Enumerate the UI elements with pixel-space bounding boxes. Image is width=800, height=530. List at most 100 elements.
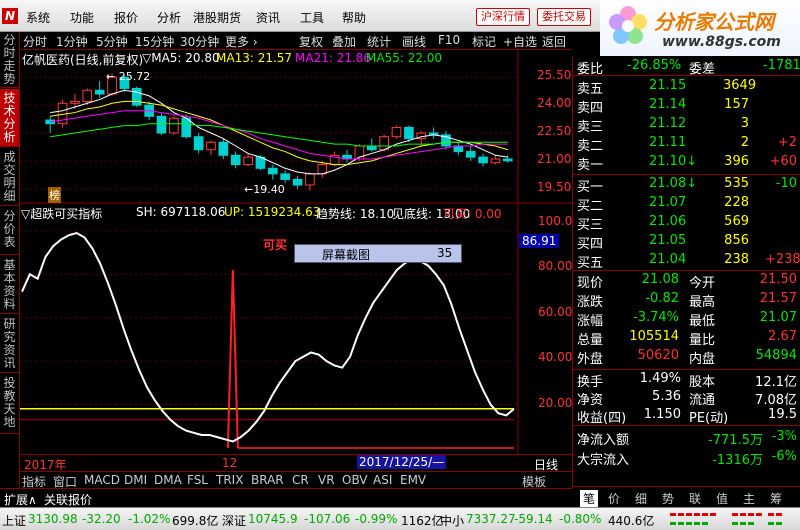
bid-level-label: 买一 (577, 180, 604, 195)
tab-asi[interactable]: ASI (373, 473, 392, 487)
menu-item-analysis[interactable]: 分析 (157, 9, 181, 26)
period-timeshare[interactable]: 分时 (23, 33, 47, 50)
menu-item-help[interactable]: 帮助 (342, 9, 366, 26)
tooltip-label: 屏幕截图 (322, 248, 371, 262)
stat-value: 21.57 (759, 291, 797, 306)
statistics-button[interactable]: 统计 (367, 33, 391, 50)
candle-body (379, 136, 389, 151)
weicha-value: -1781 (763, 58, 800, 73)
restore-rights-button[interactable]: 复权 (299, 33, 323, 50)
left-tabs: 分时走势 技术分析 成交明细 分价表 基本资料 研究资讯 投教天地 (0, 32, 20, 498)
period-1min[interactable]: 1分钟 (56, 33, 88, 50)
candle-body (206, 141, 216, 151)
bid-level-label: 买四 (577, 237, 604, 252)
related-quote-button[interactable]: 关联报价 (44, 491, 92, 508)
tab-link[interactable]: 联 (689, 490, 701, 507)
candle-body (230, 154, 241, 166)
expand-button[interactable]: 扩展∧ (4, 491, 37, 508)
candle-body (305, 173, 315, 186)
f10-button[interactable]: F10 (438, 33, 460, 47)
period-30min[interactable]: 30分钟 (180, 33, 219, 50)
rank-badge[interactable]: 榜 (48, 187, 61, 203)
tab-vr[interactable]: VR (318, 473, 335, 487)
period-5min[interactable]: 5分钟 (96, 33, 128, 50)
tab-trades[interactable]: 成交明细 (0, 148, 19, 206)
tab-timeshare[interactable]: 分时走势 (0, 32, 19, 88)
tab-trend[interactable]: 势 (662, 490, 674, 507)
tab-price-table[interactable]: 分价表 (0, 207, 19, 255)
bid-price: 21.08↓ (649, 176, 698, 191)
indicator-name[interactable]: ▽超跌可买指标 (21, 205, 102, 222)
tab-cr[interactable]: CR (292, 473, 309, 487)
bid-change: +238 (765, 252, 800, 267)
candle-body (70, 100, 80, 104)
overlay-button[interactable]: 叠加 (332, 33, 356, 50)
tab-fsl[interactable]: FSL (187, 473, 208, 487)
back-button[interactable]: 返回 (542, 33, 566, 50)
sh-change: -32.20 (82, 512, 121, 526)
flow-pct: -6% (771, 449, 797, 464)
period-15min[interactable]: 15分钟 (135, 33, 174, 50)
tab-detail[interactable]: 细 (635, 490, 647, 507)
ind-ytick-5: 20.00 (538, 396, 573, 410)
ask-price: 21.15 (649, 78, 687, 93)
tab-emv[interactable]: EMV (400, 473, 426, 487)
sz-label: 深证 (222, 514, 247, 528)
finance-label: 净资 (577, 393, 604, 408)
menu-item-function[interactable]: 功能 (70, 9, 94, 26)
stat-label: 外盘 (577, 352, 604, 367)
candle-body (292, 178, 303, 186)
tab-education[interactable]: 投教天地 (0, 374, 19, 434)
ask-volume: 396 (724, 154, 749, 169)
tab-tick[interactable]: 笔 (580, 490, 599, 507)
candle-body (465, 151, 476, 158)
tab-trix[interactable]: TRIX (216, 473, 243, 487)
flow-pct: -3% (771, 429, 797, 444)
menu-item-quote[interactable]: 报价 (114, 9, 138, 26)
stat-label: 量比 (689, 333, 716, 348)
tab-basic-info[interactable]: 基本资料 (0, 256, 19, 314)
kline-title: 亿帆医药(日线,前复权) (22, 53, 144, 67)
draw-line-button[interactable]: 画线 (402, 33, 426, 50)
tab-main[interactable]: 主 (743, 490, 755, 507)
ind-ytick-2: 80.00 (538, 259, 573, 273)
stat-value: 21.08 (641, 272, 679, 287)
tab-chips[interactable]: 筹 (770, 490, 782, 507)
tab-macd[interactable]: MACD (84, 473, 120, 487)
price-ytick-1: 25.50 (537, 68, 572, 82)
tab-obv[interactable]: OBV (342, 473, 368, 487)
screenshot-tooltip[interactable]: 屏幕截图 35 (294, 244, 462, 263)
market-quote-button[interactable]: 沪深行情 (476, 8, 530, 26)
ma55-label: MA55: 22.00 (366, 51, 443, 65)
tab-value[interactable]: 值 (716, 490, 728, 507)
tab-research[interactable]: 研究资讯 (0, 315, 19, 373)
finance-label: PE(动) (689, 411, 729, 426)
quote-panel: 委比 -26.85% 委差 -1781 卖五 21.15 3649 卖四 21.14 15… (572, 56, 800, 486)
period-more[interactable]: 更多 › (225, 33, 258, 50)
sz-change: -107.06 (304, 512, 351, 526)
ask-level-label: 卖一 (577, 158, 604, 173)
tab-brar[interactable]: BRAR (251, 473, 284, 487)
bid-price: 21.05 (649, 233, 687, 248)
menu-item-hk-futures[interactable]: 港股期货 (193, 9, 241, 26)
market-breadth-icon (670, 513, 782, 525)
menu-item-news[interactable]: 资讯 (256, 9, 280, 26)
candle-body (490, 158, 501, 164)
ask-level-label: 卖二 (577, 139, 604, 154)
sz-amount: 1162亿 (401, 514, 444, 528)
ind-ytick-4: 40.00 (538, 350, 573, 364)
add-favorite-button[interactable]: +自选 (503, 33, 537, 50)
tab-dmi[interactable]: DMI (124, 473, 147, 487)
menu-item-system[interactable]: 系统 (26, 9, 50, 26)
chart-area[interactable]: 亿帆医药(日线,前复权) ▽MA5: 20.80 MA13: 21.57 MA2… (20, 50, 580, 472)
tab-dma[interactable]: DMA (154, 473, 182, 487)
menu-item-tools[interactable]: 工具 (300, 9, 324, 26)
tab-price[interactable]: 价 (608, 490, 620, 507)
candle-body (156, 115, 167, 134)
stat-label: 现价 (577, 276, 604, 291)
trade-button[interactable]: 委托交易 (537, 8, 591, 26)
mark-button[interactable]: 标记 (472, 33, 496, 50)
brand-title: 分析家公式网 (654, 10, 774, 34)
candle-body (169, 117, 179, 134)
tab-technical[interactable]: 技术分析 (0, 89, 19, 147)
